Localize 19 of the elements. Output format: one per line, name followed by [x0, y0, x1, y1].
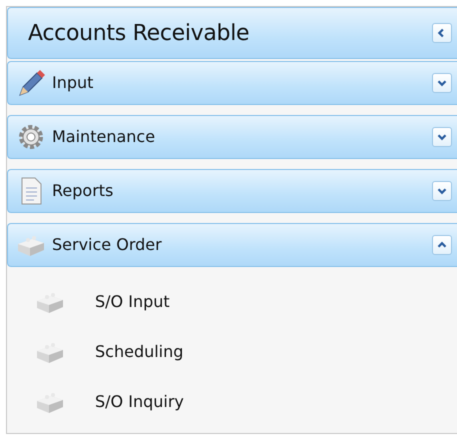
collapse-button[interactable] — [432, 23, 452, 43]
section-label: Maintenance — [52, 126, 156, 148]
section-label: Input — [52, 72, 94, 94]
collapse-button[interactable] — [432, 235, 452, 255]
expand-button[interactable] — [432, 73, 452, 93]
section-label: Service Order — [52, 234, 162, 256]
gear-icon — [16, 122, 46, 152]
menu-item[interactable]: S/O Input — [95, 290, 170, 314]
panel-title: Accounts Receivable — [28, 20, 250, 48]
expand-button[interactable] — [432, 181, 452, 201]
section-label: Reports — [52, 180, 114, 202]
pencil-icon — [16, 68, 46, 98]
section-header[interactable]: Maintenance — [7, 115, 457, 159]
menu-item[interactable]: S/O Inquiry — [95, 390, 184, 414]
section-header[interactable]: Reports — [7, 169, 457, 213]
expand-button[interactable] — [432, 127, 452, 147]
menu-item[interactable]: Scheduling — [95, 340, 184, 364]
section-header[interactable]: Service Order — [7, 223, 457, 267]
section-header[interactable]: Input — [7, 61, 457, 105]
